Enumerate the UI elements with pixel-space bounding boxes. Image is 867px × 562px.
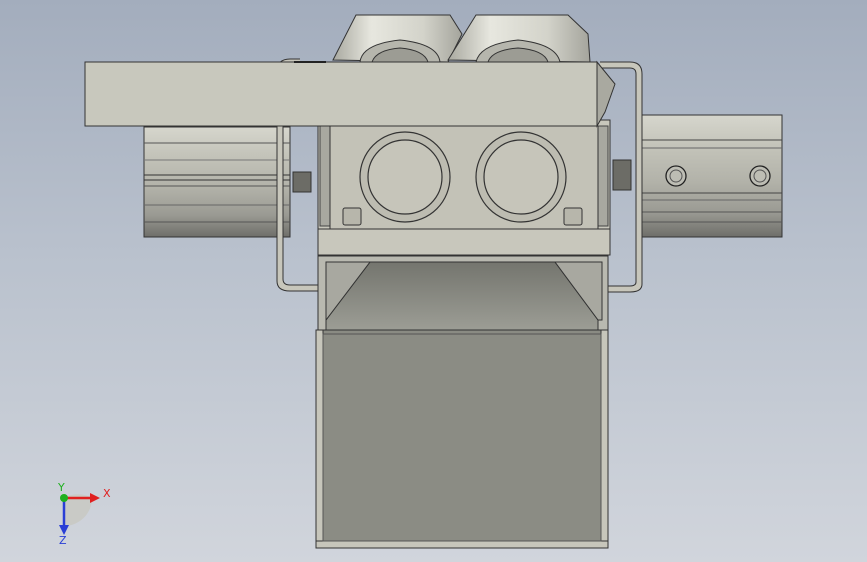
left-pin [292, 171, 312, 193]
model-canvas[interactable]: X Y Z [0, 0, 867, 562]
left-housing-tab [342, 207, 362, 226]
hopper-transition[interactable] [317, 255, 609, 331]
output-chute[interactable] [315, 329, 609, 549]
right-housing-tab [563, 207, 583, 226]
triad-y-label: Y [57, 481, 65, 494]
left-rail-cylinder[interactable] [143, 126, 291, 238]
roller-housing[interactable] [317, 119, 611, 256]
right-rail-bolt-1 [665, 165, 687, 187]
triad-z-label: Z [59, 534, 67, 547]
top-plate[interactable] [84, 60, 616, 128]
triad-x-label: X [103, 487, 111, 500]
coordinate-triad-icon: X Y Z [57, 481, 111, 547]
right-rail-cylinder[interactable] [639, 114, 783, 238]
cad-viewport[interactable]: X Y Z [0, 0, 867, 562]
left-roller[interactable] [332, 14, 463, 63]
right-roller[interactable] [447, 14, 591, 63]
right-rail-bolt-2 [749, 165, 771, 187]
right-pin [612, 159, 632, 191]
